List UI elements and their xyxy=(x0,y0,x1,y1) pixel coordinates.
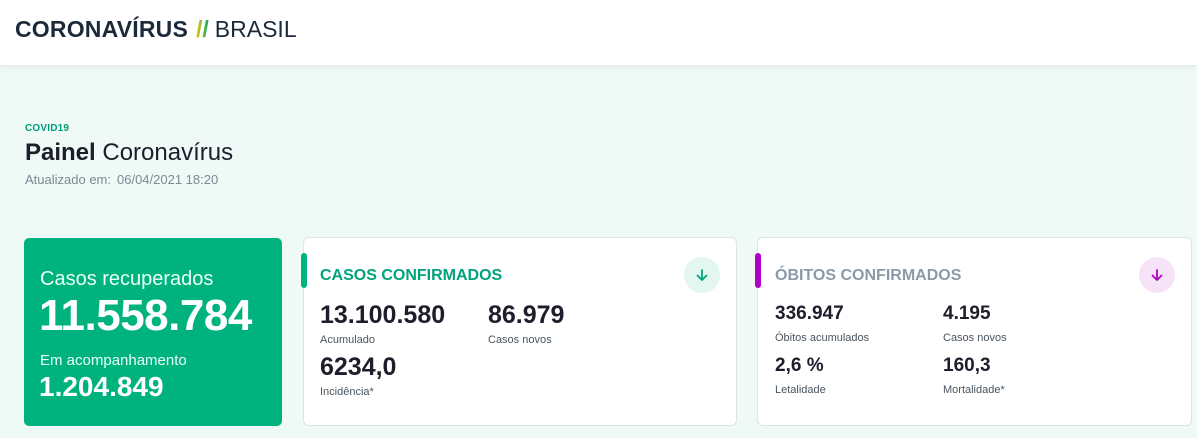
deaths-new-label: Casos novos xyxy=(943,332,1007,344)
updated-info: Atualizado em: 06/04/2021 18:20 xyxy=(25,172,218,187)
arrow-down-icon xyxy=(1151,269,1163,281)
incidence-value: 6234,0 xyxy=(320,353,397,381)
lethality-value: 2,6 % xyxy=(775,355,824,376)
follow-up-label: Em acompanhamento xyxy=(40,352,187,369)
confirmed-expand-button[interactable] xyxy=(684,257,720,293)
page-title-rest: Coronavírus xyxy=(102,139,234,166)
deaths-new-value: 4.195 xyxy=(943,303,991,324)
confirmed-accent-bar xyxy=(301,253,307,288)
mortality-value: 160,3 xyxy=(943,355,991,376)
follow-up-value: 1.204.849 xyxy=(39,371,164,402)
confirmed-accumulated-label: Acumulado xyxy=(320,334,376,346)
mortality-label: Mortalidade* xyxy=(943,384,1005,396)
logo-slash: // xyxy=(196,16,209,42)
updated-value: 06/04/2021 18:20 xyxy=(117,172,219,187)
page-eyebrow: COVID19 xyxy=(25,123,70,134)
page-title-bold: Painel xyxy=(25,139,96,166)
top-bar: CORONAVÍRUS //BRASIL xyxy=(0,0,1197,66)
recovered-label: Casos recuperados xyxy=(40,268,214,290)
recovered-card: Casos recuperados 11.558.784 Em acompanh… xyxy=(24,238,282,426)
deaths-title: ÓBITOS CONFIRMADOS xyxy=(775,267,962,284)
deaths-accumulated-value: 336.947 xyxy=(775,303,844,324)
page-title: Painel Coronavírus xyxy=(25,139,233,167)
lethality-label: Letalidade xyxy=(775,384,826,396)
recovered-value: 11.558.784 xyxy=(39,291,252,340)
confirmed-deaths-card: ÓBITOS CONFIRMADOS 336.947 Óbitos acumul… xyxy=(755,237,1192,426)
confirmed-new-value: 86.979 xyxy=(488,301,565,329)
site-logo[interactable]: CORONAVÍRUS //BRASIL xyxy=(15,16,297,42)
deaths-accumulated-label: Óbitos acumulados xyxy=(775,332,870,344)
deaths-expand-button[interactable] xyxy=(1139,257,1175,293)
arrow-down-icon xyxy=(696,269,708,281)
incidence-label: Incidência* xyxy=(320,386,374,398)
logo-main-text: CORONAVÍRUS xyxy=(15,16,189,42)
confirmed-title: CASOS CONFIRMADOS xyxy=(320,267,503,284)
confirmed-accumulated-value: 13.100.580 xyxy=(320,301,446,329)
confirmed-cases-card: CASOS CONFIRMADOS 13.100.580 Acumulado 8… xyxy=(301,237,737,426)
deaths-accent-bar xyxy=(755,253,761,288)
updated-label: Atualizado em: xyxy=(25,172,111,187)
logo-country-text: BRASIL xyxy=(214,16,297,42)
confirmed-new-label: Casos novos xyxy=(488,334,552,346)
